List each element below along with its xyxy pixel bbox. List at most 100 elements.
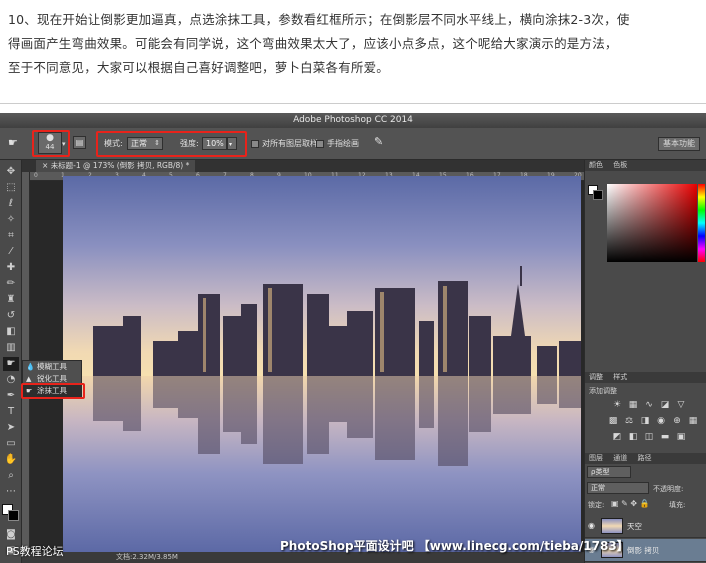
- workspace-label: 基本功能: [663, 139, 695, 148]
- toning-tool-flyout: 💧 模糊工具 ▲ 锐化工具 ☛ 涂抹工具: [21, 360, 85, 399]
- healing-brush-tool-icon[interactable]: ✚: [3, 261, 19, 275]
- dodge-tool-icon[interactable]: ◔: [3, 373, 19, 387]
- brightness-icon[interactable]: ☀: [611, 400, 623, 410]
- panel-background-swatch[interactable]: [593, 190, 603, 200]
- app-titlebar: Adobe Photoshop CC 2014: [0, 113, 706, 128]
- move-tool-icon[interactable]: ✥: [3, 165, 19, 179]
- clone-stamp-tool-icon[interactable]: ♜: [3, 293, 19, 307]
- layer-name: 天空: [627, 522, 642, 531]
- eye-icon[interactable]: ◉: [588, 521, 595, 530]
- document-canvas[interactable]: [63, 176, 581, 554]
- eraser-tool-icon[interactable]: ◧: [3, 325, 19, 339]
- zoom-tool-icon[interactable]: ⌕: [3, 469, 19, 483]
- pen-tool-icon[interactable]: ✒: [3, 389, 19, 403]
- tab-color[interactable]: 颜色: [589, 161, 603, 169]
- color-balance-icon[interactable]: ⚖: [623, 416, 635, 426]
- quick-mask-icon[interactable]: ◙: [3, 528, 19, 542]
- brush-tool-icon[interactable]: ✏: [3, 277, 19, 291]
- fill-label: 填充:: [669, 501, 686, 509]
- selective-color-icon[interactable]: ▣: [675, 432, 687, 442]
- lasso-tool-icon[interactable]: ℓ: [3, 197, 19, 211]
- add-adjustment-label: 添加调整: [589, 387, 617, 395]
- black-white-icon[interactable]: ◨: [639, 416, 651, 426]
- finger-painting-checkbox[interactable]: [316, 140, 324, 148]
- pressure-icon[interactable]: ✎: [374, 136, 383, 148]
- lock-label: 锁定:: [588, 501, 605, 509]
- workspace-switcher[interactable]: 基本功能: [658, 137, 700, 151]
- highlight-brush-size: [32, 130, 70, 157]
- hue-slider[interactable]: [698, 184, 705, 262]
- article-line-2: 得画面产生弯曲效果。可能会有同学说，这个弯曲效果太大了，应该小点多点，这个呢给大…: [8, 36, 618, 51]
- color-panel-tabs: 颜色 色板: [585, 160, 706, 171]
- article-paragraph: 10、现在开始让倒影更加逼真，点选涂抹工具，参数看红框所示；在倒影层不同水平线上…: [8, 8, 698, 80]
- tab-styles[interactable]: 样式: [613, 373, 627, 381]
- flyout-item[interactable]: 💧 模糊工具: [23, 361, 81, 373]
- hand-tool-icon[interactable]: ✋: [3, 453, 19, 467]
- history-brush-tool-icon[interactable]: ↺: [3, 309, 19, 323]
- threshold-icon[interactable]: ◫: [643, 432, 655, 442]
- background-color-swatch[interactable]: [8, 510, 19, 521]
- invert-icon[interactable]: ◩: [611, 432, 623, 442]
- adjustments-panel-tabs: 调整 样式: [585, 372, 706, 383]
- blur-icon: 💧: [26, 363, 35, 371]
- shape-tool-icon[interactable]: ▭: [3, 437, 19, 451]
- vibrance-icon[interactable]: ▽: [675, 400, 687, 410]
- divider: [0, 103, 706, 104]
- ruler-tick-label: 0: [34, 172, 38, 179]
- watermark-right: PhotoShop平面设计吧 【www.linecg.com/tieba/178…: [280, 539, 629, 553]
- posterize-icon[interactable]: ◧: [627, 432, 639, 442]
- crop-tool-icon[interactable]: ⌗: [3, 229, 19, 243]
- tab-adjustments[interactable]: 调整: [589, 373, 603, 381]
- document-tab-bar: × 未标题-1 @ 173% (倒影 拷贝, RGB/8) *: [22, 160, 584, 172]
- type-tool-icon[interactable]: T: [3, 405, 19, 419]
- highlight-smudge-tool: [21, 383, 85, 399]
- hue-saturation-icon[interactable]: ▩: [607, 416, 619, 426]
- finger-painting-label: 手指绘画: [327, 139, 359, 148]
- document-status: 文档:2.32M/3.85M: [116, 553, 178, 561]
- smudge-tool-icon[interactable]: ☛: [8, 137, 18, 149]
- levels-icon[interactable]: ▦: [627, 400, 639, 410]
- tab-layers[interactable]: 图层: [589, 454, 603, 462]
- highlight-mode-strength: [96, 131, 247, 157]
- more-tools-icon[interactable]: ⋯: [3, 485, 19, 499]
- opacity-label: 不透明度:: [653, 485, 684, 493]
- article-line-1: 10、现在开始让倒影更加逼真，点选涂抹工具，参数看红框所示；在倒影层不同水平线上…: [8, 12, 630, 27]
- curves-icon[interactable]: ∿: [643, 400, 655, 410]
- close-icon[interactable]: ×: [42, 161, 48, 170]
- marquee-tool-icon[interactable]: ⬚: [3, 181, 19, 195]
- document-tab[interactable]: × 未标题-1 @ 173% (倒影 拷贝, RGB/8) *: [36, 160, 196, 172]
- photo-filter-icon[interactable]: ◉: [655, 416, 667, 426]
- color-picker-field[interactable]: [607, 184, 697, 262]
- tab-swatches[interactable]: 色板: [613, 161, 627, 169]
- channel-mixer-icon[interactable]: ⊕: [671, 416, 683, 426]
- gradient-map-icon[interactable]: ▬: [659, 432, 671, 442]
- tab-paths[interactable]: 路径: [637, 454, 651, 462]
- brush-panel-toggle-icon[interactable]: ▤: [73, 136, 86, 149]
- sample-all-layers-label: 对所有图层取样: [262, 139, 318, 148]
- tab-channels[interactable]: 通道: [613, 454, 627, 462]
- quick-select-tool-icon[interactable]: ✧: [3, 213, 19, 227]
- layers-panel-tabs: 图层 通道 路径: [585, 453, 706, 464]
- layer-kind-filter[interactable]: ρ类型: [587, 466, 631, 478]
- gradient-tool-icon[interactable]: ▥: [3, 341, 19, 355]
- photoshop-window: Adobe Photoshop CC 2014 ☛ ● 44 ▾ ▤ 模式: 正…: [0, 113, 706, 563]
- exposure-icon[interactable]: ◪: [659, 400, 671, 410]
- document-tab-title: 未标题-1 @ 173% (倒影 拷贝, RGB/8) *: [50, 161, 190, 170]
- sample-all-layers-checkbox[interactable]: [251, 140, 259, 148]
- smudge-tool-group-icon[interactable]: ☛: [3, 357, 19, 371]
- options-bar: ☛ ● 44 ▾ ▤ 模式: 正常 ⇕ 强度: 10% ▾ 对所有图层取样 手指…: [0, 128, 706, 160]
- flyout-item-label: 锐化工具: [37, 374, 67, 383]
- city-skyline-image: [93, 266, 581, 466]
- eyedropper-tool-icon[interactable]: ⁄: [3, 245, 19, 259]
- blend-mode-select[interactable]: 正常: [587, 482, 649, 494]
- blend-mode-value: 正常: [591, 484, 605, 492]
- path-select-tool-icon[interactable]: ➤: [3, 421, 19, 435]
- tools-panel: ✥ ⬚ ℓ ✧ ⌗ ⁄ ✚ ✏ ♜ ↺ ◧ ▥ ☛ ◔ ✒ T ➤ ▭ ✋ ⌕ …: [0, 160, 22, 563]
- color-lookup-icon[interactable]: ▦: [687, 416, 699, 426]
- layer-name: 倒影 拷贝: [627, 546, 660, 555]
- right-panel-dock: 颜色 色板 调整 样式 添加调整 ☀ ▦ ∿ ◪ ▽ ▩ ⚖ ◨ ◉ ⊕ ▦ ◩…: [584, 160, 706, 563]
- layer-row[interactable]: ◉ 天空: [585, 515, 706, 538]
- layer-thumbnail: [601, 518, 623, 534]
- flyout-item-label: 模糊工具: [37, 362, 67, 371]
- lock-icons[interactable]: ▣ ✎ ✥ 🔒: [611, 499, 650, 508]
